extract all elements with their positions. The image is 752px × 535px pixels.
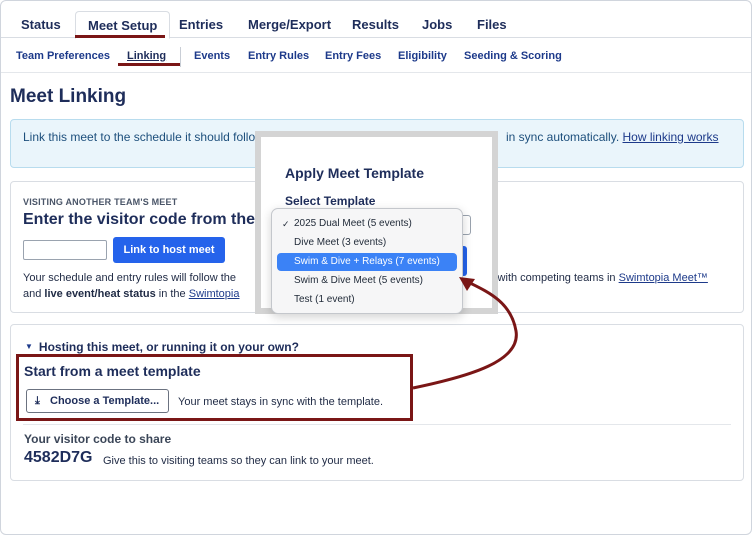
visitor-code: 4582D7G: [24, 449, 93, 466]
visitor-desc-and: and: [23, 288, 45, 300]
subtab-eligibility[interactable]: Eligibility: [398, 50, 447, 62]
visitor-desc-right: s with competing teams in Swimtopia Meet…: [489, 270, 708, 286]
template-option[interactable]: Test (1 event): [277, 291, 457, 309]
visitor-code-input[interactable]: [23, 240, 107, 260]
caret-down-icon: ▼: [25, 342, 33, 351]
sub-tab-bar: Team Preferences Linking Events Entry Ru…: [1, 39, 751, 73]
tab-merge-export[interactable]: Merge/Export: [248, 17, 331, 32]
subtab-events[interactable]: Events: [194, 50, 230, 62]
tab-jobs[interactable]: Jobs: [422, 17, 452, 32]
tab-files[interactable]: Files: [477, 17, 507, 32]
tab-results[interactable]: Results: [352, 17, 399, 32]
subtab-linking[interactable]: Linking: [127, 50, 166, 62]
share-label: Your visitor code to share: [24, 432, 172, 446]
info-text: Link this meet to the schedule it should…: [23, 130, 264, 144]
visitor-desc-bold: live event/heat status: [44, 288, 156, 300]
subtab-entry-rules[interactable]: Entry Rules: [248, 50, 309, 62]
visitor-desc-right-text: s with competing teams in: [489, 272, 619, 284]
subtab-seeding-scoring[interactable]: Seeding & Scoring: [464, 50, 562, 62]
how-linking-works-link[interactable]: How linking works: [623, 130, 719, 144]
page-title: Meet Linking: [10, 86, 127, 107]
template-option[interactable]: Swim & Dive Meet (5 events): [277, 272, 457, 290]
divider: [23, 424, 731, 425]
subtab-divider: [180, 47, 181, 67]
annotation-highlight-box: [16, 354, 413, 421]
top-tab-bar: Status Meet Setup Entries Merge/Export R…: [1, 1, 751, 39]
subtab-entry-fees[interactable]: Entry Fees: [325, 50, 381, 62]
tab-entries[interactable]: Entries: [179, 17, 223, 32]
annotation-underline-meet-setup: [75, 35, 165, 38]
share-description: Give this to visiting teams so they can …: [103, 455, 374, 467]
modal-title: Apply Meet Template: [285, 165, 424, 181]
visitor-heading: Enter the visitor code from the ho: [23, 211, 280, 228]
visitor-desc-in-the: in the: [155, 288, 189, 300]
hosting-toggle[interactable]: ▼ Hosting this meet, or running it on you…: [25, 340, 299, 354]
app-window: Status Meet Setup Entries Merge/Export R…: [0, 0, 752, 535]
tab-status[interactable]: Status: [21, 17, 61, 32]
annotation-underline-linking: [118, 63, 180, 66]
template-option-highlighted[interactable]: Swim & Dive + Relays (7 events): [277, 253, 457, 271]
swimtopia-meet-link[interactable]: Swimtopia Meet™: [619, 272, 708, 284]
template-select[interactable]: [463, 215, 471, 235]
select-template-label: Select Template: [285, 194, 376, 208]
hosting-label: Hosting this meet, or running it on your…: [38, 340, 299, 354]
visitor-eyebrow: VISITING ANOTHER TEAM'S MEET: [23, 197, 178, 207]
subtab-team-preferences[interactable]: Team Preferences: [16, 50, 110, 62]
swimtopia-link[interactable]: Swimtopia: [189, 288, 240, 300]
template-dropdown: 2025 Dual Meet (5 events) Dive Meet (3 e…: [271, 208, 463, 314]
info-text-right: in sync automatically.: [506, 130, 620, 144]
template-option[interactable]: Dive Meet (3 events): [277, 234, 457, 252]
template-option[interactable]: 2025 Dual Meet (5 events): [277, 215, 457, 233]
link-to-host-button[interactable]: Link to host meet: [113, 237, 225, 263]
